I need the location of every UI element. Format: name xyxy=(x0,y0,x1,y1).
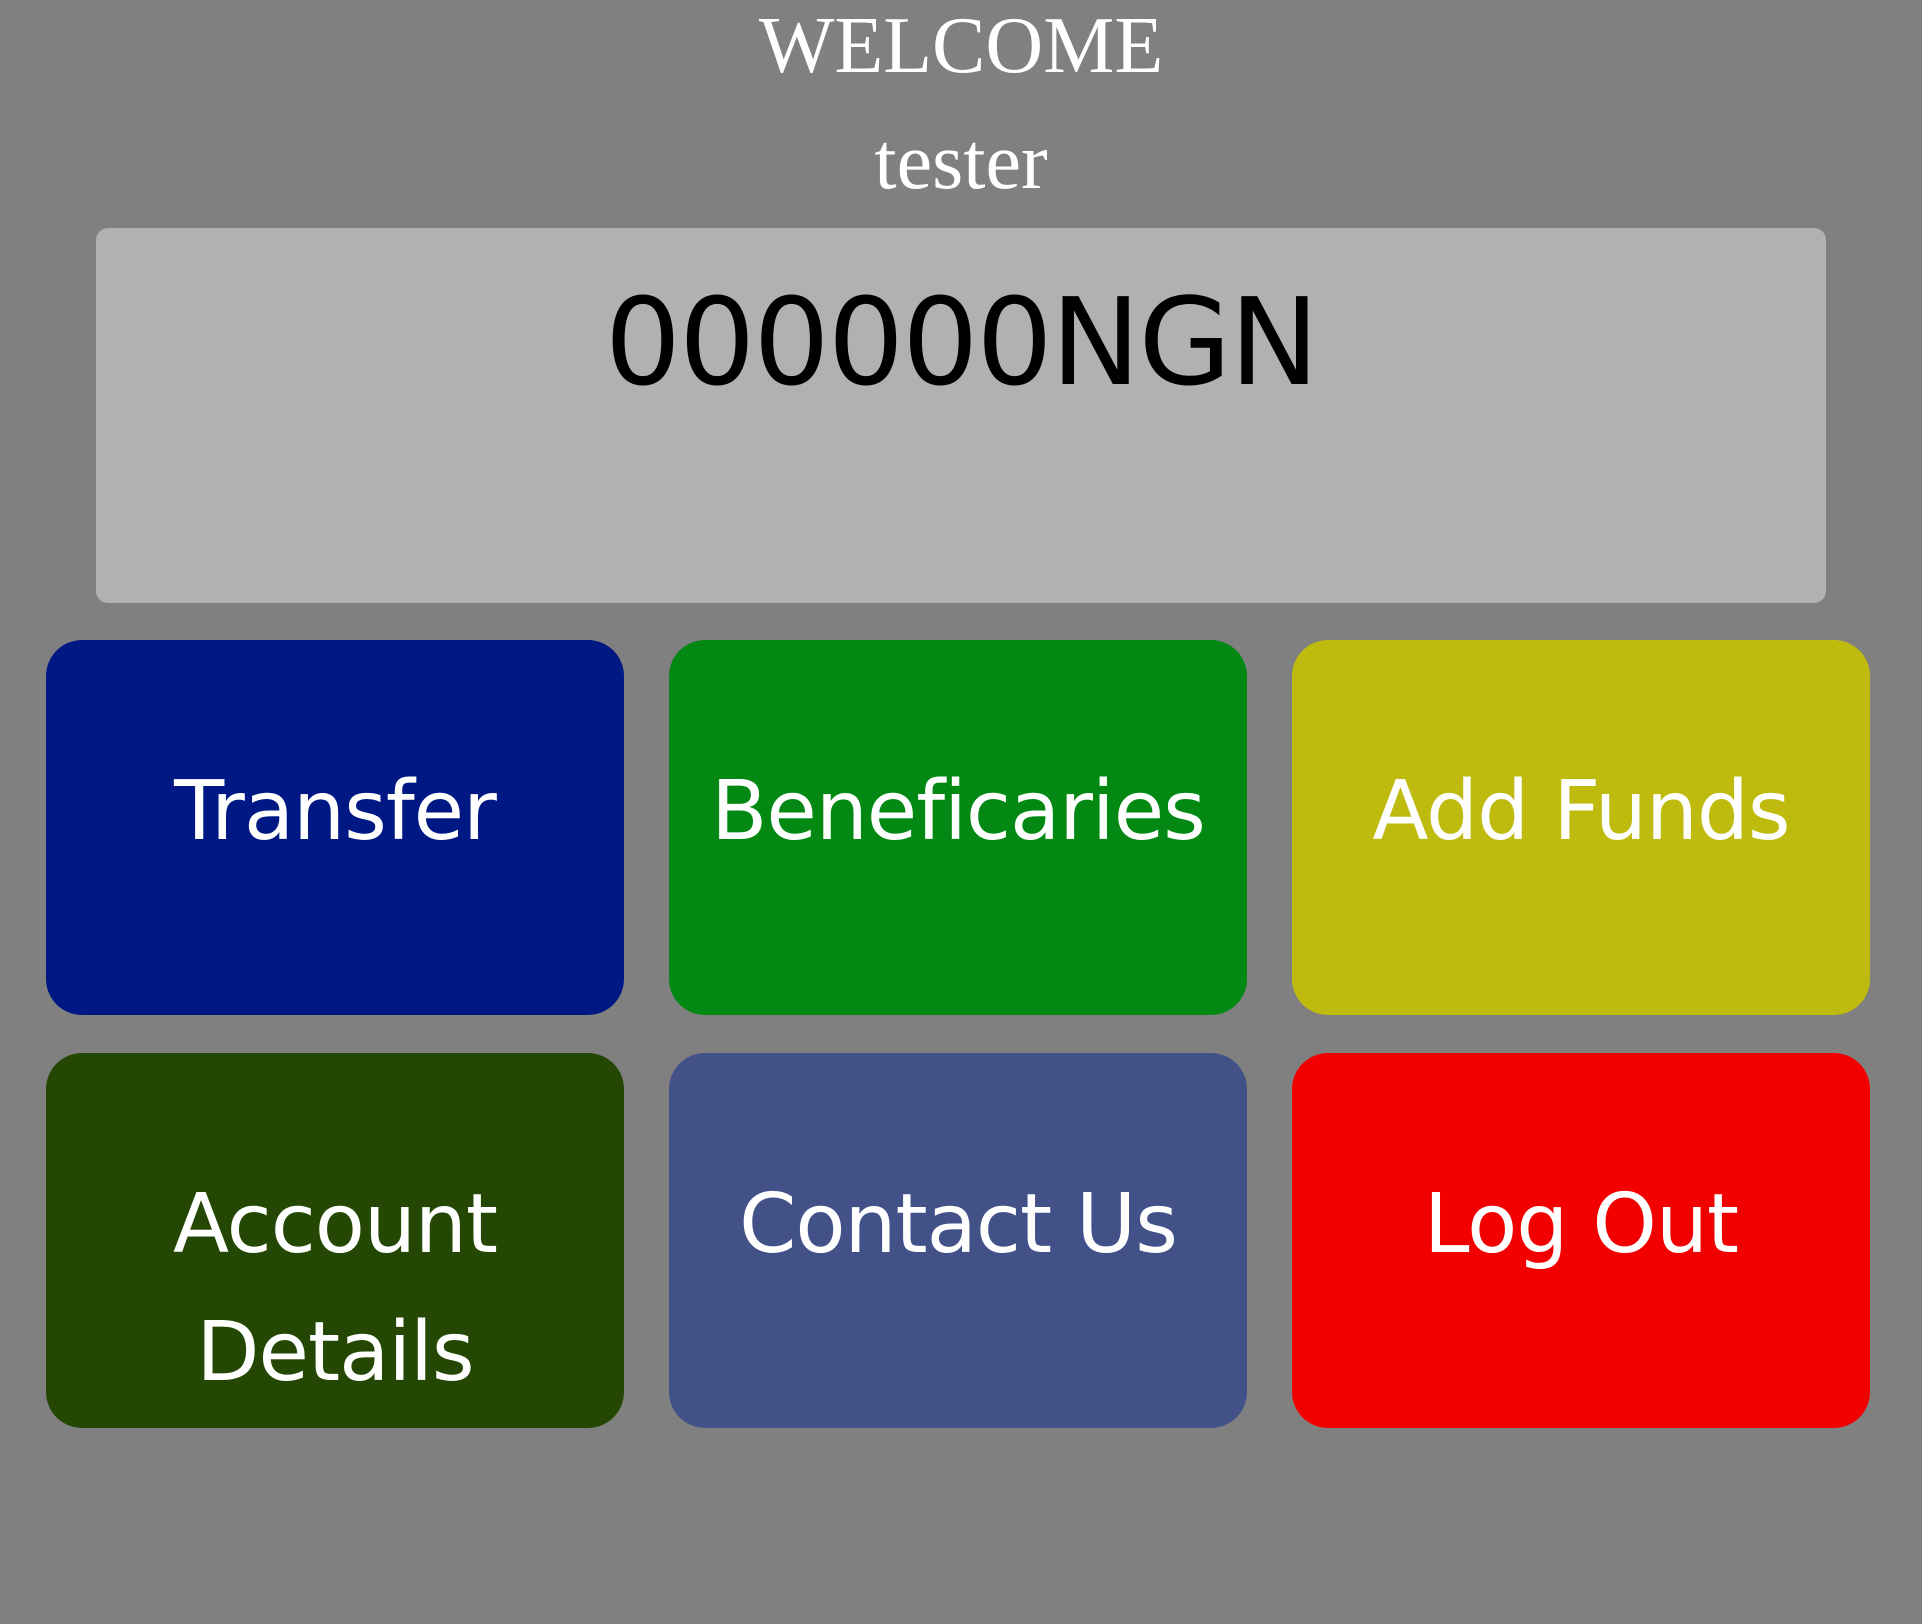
beneficiaries-button[interactable]: Beneficaries xyxy=(669,640,1247,1015)
account-details-button-label: Account Details xyxy=(172,1177,498,1400)
account-details-button[interactable]: Account Details xyxy=(46,1053,624,1428)
beneficiaries-button-label: Beneficaries xyxy=(711,764,1206,859)
transfer-button[interactable]: Transfer xyxy=(46,640,624,1015)
username-label: tester xyxy=(874,118,1048,206)
welcome-heading: WELCOME xyxy=(758,2,1164,90)
log-out-button-label: Log Out xyxy=(1423,1177,1739,1272)
balance-card: 000000NGN xyxy=(96,228,1826,603)
add-funds-button-label: Add Funds xyxy=(1372,764,1790,859)
contact-us-button-label: Contact Us xyxy=(739,1177,1178,1272)
log-out-button[interactable]: Log Out xyxy=(1292,1053,1870,1428)
add-funds-button[interactable]: Add Funds xyxy=(1292,640,1870,1015)
contact-us-button[interactable]: Contact Us xyxy=(669,1053,1247,1428)
transfer-button-label: Transfer xyxy=(174,764,497,859)
account-balance: 000000NGN xyxy=(604,274,1320,413)
